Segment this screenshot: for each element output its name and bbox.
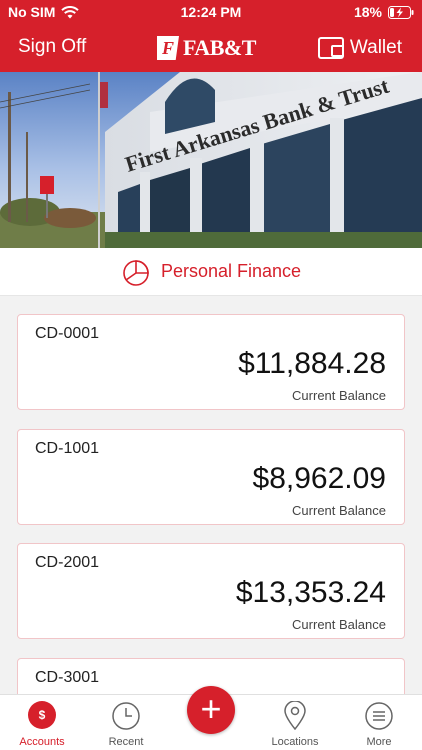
account-card[interactable]: CD-1001 $8,962.09 Current Balance bbox=[17, 429, 405, 525]
tab-accounts[interactable]: $ Accounts bbox=[0, 695, 84, 750]
account-card[interactable]: CD-2001 $13,353.24 Current Balance bbox=[17, 543, 405, 639]
status-bar: No SIM 12:24 PM 18% bbox=[0, 0, 422, 24]
section-title: Personal Finance bbox=[160, 261, 302, 281]
account-balance: $8,962.09 bbox=[252, 462, 386, 495]
menu-icon bbox=[365, 702, 393, 730]
dollar-icon: $ bbox=[28, 701, 56, 729]
balance-label: Current Balance bbox=[292, 503, 386, 518]
bottom-tab-bar: $ Accounts Recent + Locations More bbox=[0, 686, 422, 750]
account-balance: $11,884.28 bbox=[238, 347, 386, 380]
status-right: 18% bbox=[354, 4, 414, 20]
section-header-personal-finance: Personal Finance bbox=[0, 248, 422, 296]
tab-more[interactable]: More bbox=[337, 695, 421, 750]
clock-icon bbox=[112, 702, 140, 730]
account-name: CD-1001 bbox=[35, 440, 100, 457]
balance-label: Current Balance bbox=[292, 617, 386, 632]
wallet-label: Wallet bbox=[349, 37, 402, 58]
sign-off-button[interactable]: Sign Off bbox=[18, 36, 86, 58]
wallet-button[interactable]: Wallet bbox=[317, 32, 402, 64]
tab-label: Locations bbox=[271, 736, 319, 748]
account-name: CD-2001 bbox=[35, 554, 100, 571]
add-button[interactable]: + bbox=[187, 686, 235, 734]
tab-label: Accounts bbox=[19, 736, 65, 748]
logo-text: FAB&T bbox=[183, 35, 256, 60]
bank-logo: F FAB&T bbox=[157, 33, 269, 63]
battery-charging-icon bbox=[388, 5, 414, 19]
battery-percent: 18% bbox=[353, 4, 382, 20]
account-list: CD-0001 $11,884.28 Current Balance CD-10… bbox=[0, 296, 422, 694]
accounts-icon: $ bbox=[28, 701, 56, 729]
tab-label: More bbox=[366, 736, 392, 748]
logo-mark: F bbox=[157, 36, 179, 60]
balance-label: Current Balance bbox=[292, 388, 386, 403]
account-name: CD-3001 bbox=[35, 669, 100, 686]
wallet-icon bbox=[317, 37, 344, 59]
account-name: CD-0001 bbox=[35, 325, 100, 342]
app-header: Sign Off F FAB&T Wallet bbox=[0, 24, 422, 72]
hero-bank-photo: First Arkansas Bank & Trust bbox=[0, 72, 422, 248]
pie-chart-icon bbox=[123, 259, 149, 286]
account-card[interactable]: CD-0001 $11,884.28 Current Balance bbox=[17, 314, 405, 410]
tab-locations[interactable]: Locations bbox=[253, 695, 337, 750]
account-balance: $13,353.24 bbox=[235, 576, 386, 609]
tab-label: Recent bbox=[108, 736, 144, 748]
location-pin-icon bbox=[284, 701, 306, 731]
tab-recent[interactable]: Recent bbox=[84, 695, 168, 750]
